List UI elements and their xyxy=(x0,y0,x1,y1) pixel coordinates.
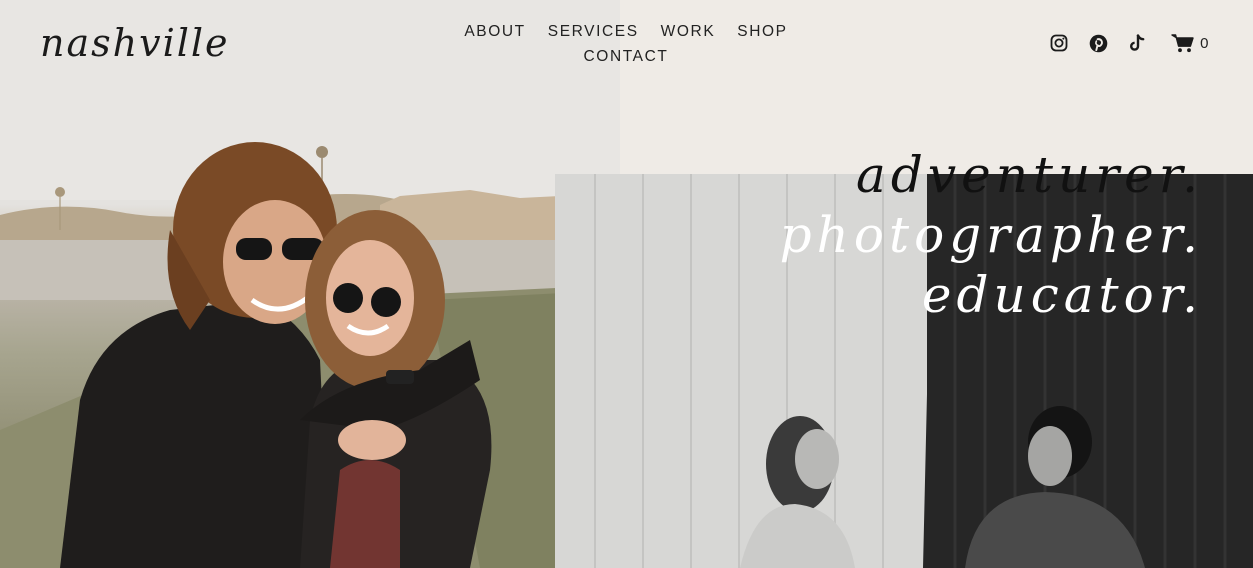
nav-row-primary: ABOUT SERVICES WORK SHOP xyxy=(452,20,800,45)
header-actions: 0 xyxy=(1048,32,1209,54)
nav-link-work[interactable]: WORK xyxy=(661,20,716,45)
hero-photo-left xyxy=(0,0,620,568)
site-logo[interactable]: nashville xyxy=(40,18,230,68)
nav-row-secondary: CONTACT xyxy=(452,45,800,70)
nav-link-shop[interactable]: SHOP xyxy=(737,20,787,45)
instagram-icon[interactable] xyxy=(1048,32,1070,54)
pinterest-icon[interactable] xyxy=(1087,32,1109,54)
hero-tagline: adventurer. photographer. educator. xyxy=(780,145,1203,325)
nav-link-about[interactable]: ABOUT xyxy=(464,20,525,45)
nav-link-services[interactable]: SERVICES xyxy=(548,20,639,45)
cart-count: 0 xyxy=(1200,34,1209,52)
cart-button[interactable]: 0 xyxy=(1171,33,1209,53)
main-nav: ABOUT SERVICES WORK SHOP CONTACT xyxy=(452,20,800,70)
tiktok-icon[interactable] xyxy=(1126,32,1148,54)
tagline-line-photographer: photographer. xyxy=(779,206,1203,264)
cart-icon xyxy=(1171,34,1194,53)
tagline-line-adventurer: adventurer. xyxy=(856,146,1203,204)
tagline-line-educator: educator. xyxy=(921,266,1203,324)
nav-link-contact[interactable]: CONTACT xyxy=(584,45,669,70)
